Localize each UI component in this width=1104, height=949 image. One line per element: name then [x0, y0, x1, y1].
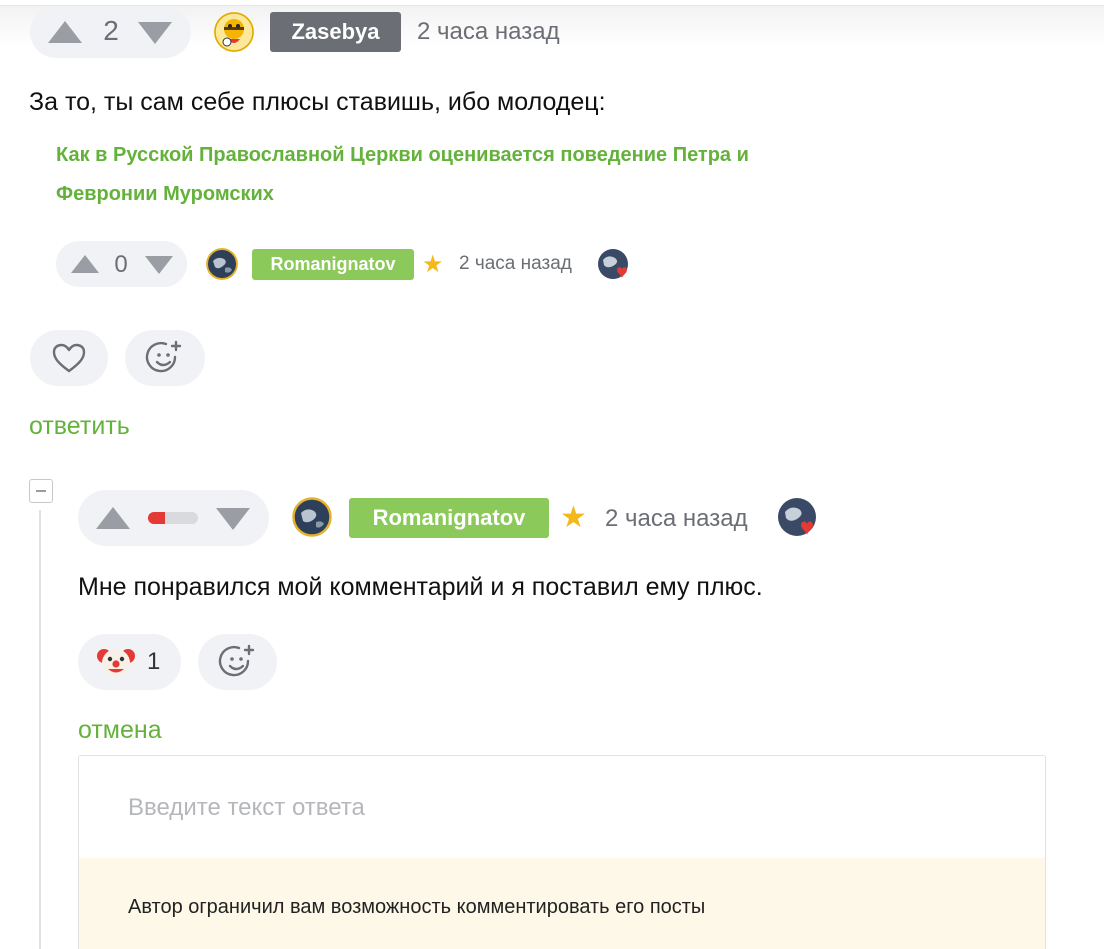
smiley-plus-icon	[145, 340, 182, 373]
thread-line	[39, 510, 41, 949]
quoted-vote-control: 0	[56, 241, 187, 287]
quoted-score: 0	[114, 251, 128, 278]
cancel-link[interactable]: отмена	[78, 716, 162, 745]
bee-avatar-icon	[214, 12, 254, 52]
comment2-author-badge[interactable]: Romanignatov	[349, 498, 549, 538]
comment2-text: Мне понравился мой комментарий и я поста…	[78, 573, 763, 601]
upvote-icon[interactable]	[71, 255, 99, 273]
downvote-icon[interactable]	[145, 256, 173, 274]
comment1-author-badge[interactable]: Zasebya	[270, 12, 401, 52]
reaction-count: 1	[147, 648, 161, 675]
quoted-post-title-line1[interactable]: Как в Русской Православной Церкви оценив…	[56, 144, 749, 167]
upvote-icon[interactable]	[96, 507, 130, 529]
earth-heart-icon	[778, 498, 816, 536]
reply-input[interactable]: Введите текст ответа	[79, 756, 1045, 858]
earth-heart-icon	[598, 249, 628, 279]
reply-form: Введите текст ответа Автор ограничил вам…	[78, 755, 1046, 949]
earth-heart-badge	[777, 497, 819, 539]
earth-avatar-icon	[206, 248, 238, 280]
minus-box-icon	[36, 490, 46, 492]
smiley-plus-icon	[218, 644, 254, 677]
like-button[interactable]	[30, 330, 108, 386]
quoted-author-badge[interactable]: Romanignatov	[252, 249, 414, 280]
star-icon: ★	[422, 251, 444, 278]
rating-bar	[148, 512, 198, 524]
reply-link[interactable]: ответить	[29, 412, 130, 441]
add-reaction-button[interactable]	[125, 330, 205, 386]
restriction-notice-text: Автор ограничил вам возможность комменти…	[128, 896, 706, 918]
quoted-timestamp[interactable]: 2 часа назад	[459, 253, 572, 275]
heart-icon	[52, 343, 86, 373]
avatar[interactable]	[206, 248, 238, 280]
reply-input-placeholder: Введите текст ответа	[128, 794, 365, 821]
downvote-icon[interactable]	[138, 22, 172, 44]
earth-heart-badge	[597, 248, 631, 282]
downvote-icon[interactable]	[216, 508, 250, 530]
reaction-clown-button[interactable]: 1	[78, 634, 181, 690]
add-reaction-button[interactable]	[198, 634, 277, 690]
restriction-notice: Автор ограничил вам возможность комменти…	[79, 858, 1045, 949]
comment2-vote-control	[78, 490, 269, 546]
comment1-timestamp[interactable]: 2 часа назад	[417, 18, 560, 46]
quoted-post-title-line2[interactable]: Февронии Муромских	[56, 183, 274, 206]
earth-avatar-icon	[292, 497, 332, 537]
collapse-toggle[interactable]	[29, 479, 53, 503]
upvote-icon[interactable]	[48, 21, 82, 43]
avatar[interactable]	[214, 12, 254, 52]
star-icon: ★	[560, 501, 587, 534]
avatar[interactable]	[292, 497, 332, 537]
clown-face-icon	[97, 649, 135, 677]
comment2-timestamp[interactable]: 2 часа назад	[605, 505, 748, 533]
comment1-vote-control: 2	[30, 6, 191, 58]
comment1-text: За то, ты сам себе плюсы ставишь, ибо мо…	[29, 88, 606, 116]
rating-bar-negative	[148, 512, 165, 524]
comment1-score: 2	[103, 15, 119, 46]
